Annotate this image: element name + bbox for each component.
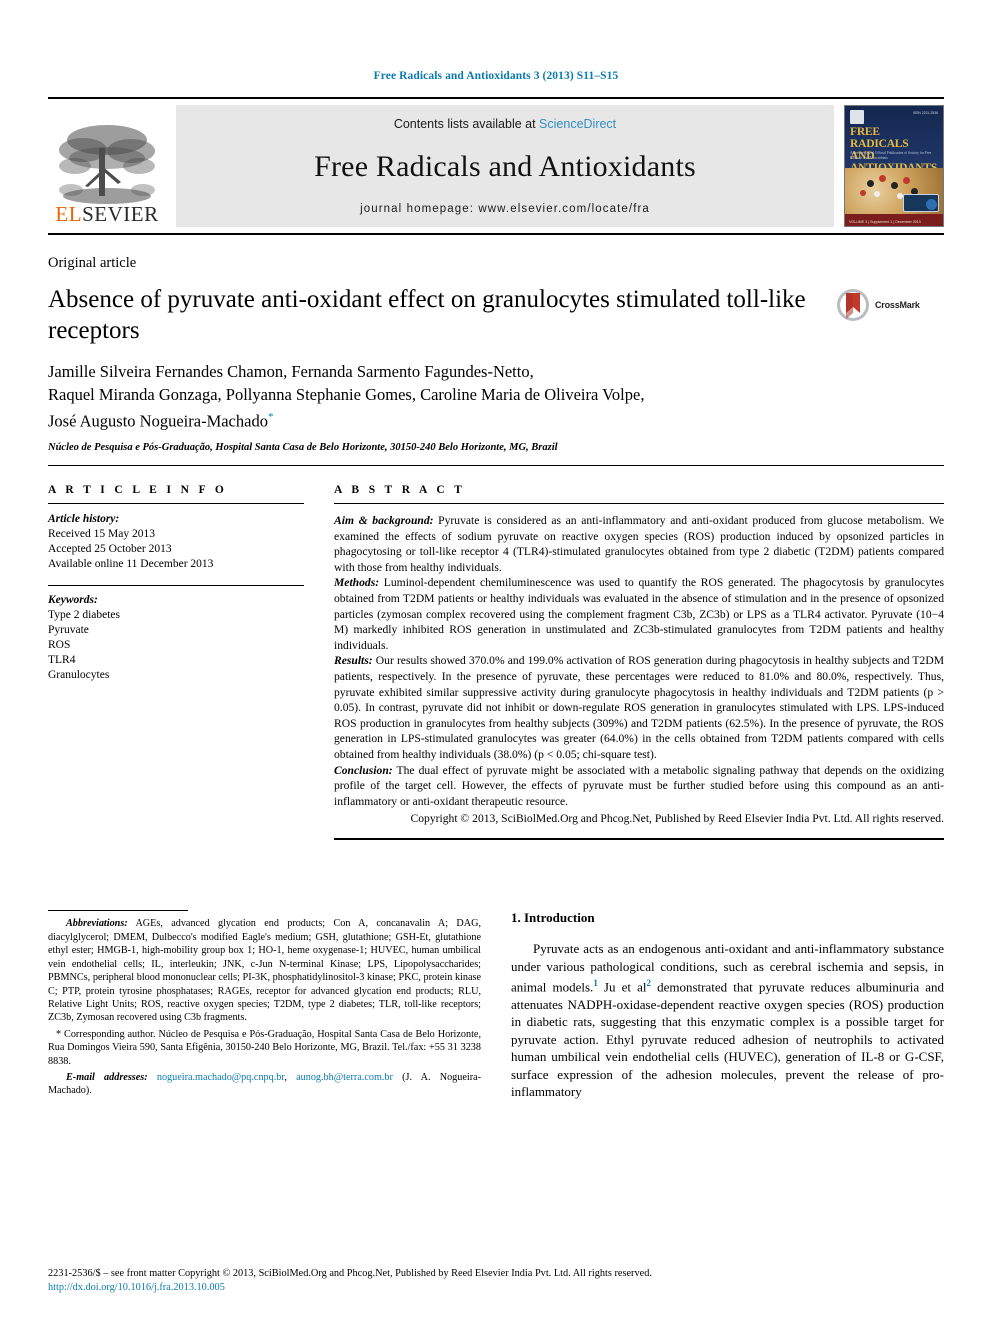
keyword-item: Type 2 diabetes [48, 609, 121, 621]
cover-badge-globe-icon [926, 199, 937, 210]
abstract-results-paragraph: Results: Our results showed 370.0% and 1… [334, 653, 944, 762]
history-item: Available online 11 December 2013 [48, 558, 214, 570]
abstract-end-rule [334, 838, 944, 841]
abstract-methods-label: Methods: [334, 576, 380, 590]
journal-title: Free Radicals and Antioxidants [314, 150, 696, 183]
info-and-abstract: A R T I C L E I N F O Article history: R… [48, 484, 944, 841]
cover-title-line1: FREE RADICALS [850, 126, 909, 150]
page-title: Absence of pyruvate anti-oxidant effect … [48, 286, 806, 344]
abstract-aim-paragraph: Aim & background: Pyruvate is considered… [334, 513, 944, 575]
abstract-results-text: Our results showed 370.0% and 199.0% act… [334, 654, 944, 761]
email-separator: , [284, 1071, 297, 1083]
cover-issn: ISSN 2231-2536 [912, 111, 938, 115]
intro-text-part3: demonstrated that pyruvate reduces album… [511, 979, 945, 1100]
author-line-2: Raquel Miranda Gonzaga, Pollyanna Stepha… [48, 384, 645, 404]
author-line-3: José Augusto Nogueira-Machado* [48, 406, 944, 433]
abstract-methods-text: Luminol-dependent chemiluminescence was … [334, 576, 944, 652]
crossmark-icon[interactable] [836, 288, 870, 322]
abstract-heading: A B S T R A C T [334, 484, 466, 496]
introduction-paragraph: Pyruvate acts as an endogenous anti-oxid… [511, 940, 944, 1100]
email-link-2[interactable]: aunog.bh@terra.com.br [296, 1072, 393, 1083]
paper-page: Free Radicals and Antioxidants 3 (2013) … [0, 0, 992, 1323]
bottom-columns: Abbreviations: AGEs, advanced glycation … [48, 910, 944, 1100]
intro-text-part2: Ju et al [597, 979, 647, 995]
keywords-block: Keywords: Type 2 diabetes Pyruvate ROS T… [48, 593, 304, 683]
author-list: Jamille Silveira Fernandes Chamon, Ferna… [48, 361, 944, 433]
email-link-1[interactable]: nogueira.machado@pq.cnpq.br [157, 1072, 285, 1083]
abbreviations-label: Abbreviations: [66, 918, 128, 930]
footer-doi-link[interactable]: http://dx.doi.org/10.1016/j.fra.2013.10.… [48, 1281, 944, 1295]
keyword-item: TLR4 [48, 654, 76, 666]
history-item: Received 15 May 2013 [48, 528, 155, 540]
abstract-column: A B S T R A C T Aim & background: Pyruva… [334, 484, 944, 841]
footnotes-column: Abbreviations: AGEs, advanced glycation … [48, 910, 481, 1100]
crossmark-label: CrossMark [875, 300, 920, 310]
abstract-rule [334, 503, 944, 504]
footnote-separator [48, 910, 188, 912]
contents-prefix: Contents lists available at [393, 117, 540, 131]
abstract-conclusion-text: The dual effect of pyruvate might be ass… [334, 763, 944, 808]
page-footer: 2231-2536/$ – see front matter Copyright… [48, 1267, 944, 1295]
cover-bottom-bar-text: VOLUME 3 | Supplement 1 | December 2013 [849, 220, 921, 224]
history-item: Accepted 25 October 2013 [48, 543, 172, 555]
keyword-item: ROS [48, 639, 71, 651]
elsevier-logo: ELSEVIER [48, 105, 166, 227]
email-note: E-mail addresses: nogueira.machado@pq.cn… [48, 1071, 481, 1098]
email-label: E-mail addresses: [66, 1071, 148, 1083]
article-history-label: Article history: [48, 513, 120, 525]
corresponding-author-marker: * [267, 411, 274, 423]
journal-cover-thumbnail[interactable]: ISSN 2231-2536 FREE RADICALS AND ANTIOXI… [844, 105, 944, 227]
article-history-block: Article history: Received 15 May 2013 Ac… [48, 512, 304, 572]
article-type: Original article [48, 255, 137, 271]
elsevier-tree-icon [59, 125, 155, 204]
crossmark-badge[interactable]: CrossMark [836, 284, 944, 322]
corresponding-author-note: * Corresponding author. Núcleo de Pesqui… [48, 1028, 481, 1067]
footer-copyright: 2231-2536/$ – see front matter Copyright… [48, 1268, 652, 1279]
author-line-3-names: José Augusto Nogueira-Machado [48, 411, 268, 431]
article-info-heading: A R T I C L E I N F O [48, 484, 228, 496]
abstract-aim-label: Aim & background: [334, 514, 434, 527]
elsevier-wordmark: ELSEVIER [55, 202, 159, 226]
journal-homepage[interactable]: journal homepage: www.elsevier.com/locat… [360, 203, 650, 215]
cover-subtitle: A Peer-reviewed Official Publication of … [850, 151, 932, 160]
cover-elsevier-icon [850, 110, 864, 124]
abbreviations-note: Abbreviations: AGEs, advanced glycation … [48, 917, 481, 1024]
article-info-column: A R T I C L E I N F O Article history: R… [48, 484, 334, 840]
banner-center: Contents lists available at ScienceDirec… [176, 105, 834, 227]
abstract-results-label: Results: [334, 654, 373, 668]
abbreviations-text: AGEs, advanced glycation end products; C… [48, 918, 481, 1024]
author-line-1: Jamille Silveira Fernandes Chamon, Ferna… [48, 362, 534, 381]
keywords-label: Keywords: [48, 594, 98, 606]
contents-available-line: Contents lists available at ScienceDirec… [394, 117, 616, 131]
article-info-rule [48, 503, 304, 504]
divider-after-affiliation [48, 465, 944, 466]
title-row: Absence of pyruvate anti-oxidant effect … [48, 284, 944, 346]
introduction-heading: 1. Introduction [511, 910, 595, 926]
sciencedirect-link[interactable]: ScienceDirect [539, 117, 616, 131]
keywords-divider [48, 585, 304, 586]
running-head: Free Radicals and Antioxidants 3 (2013) … [373, 70, 619, 82]
abstract-conclusion-paragraph: Conclusion: The dual effect of pyruvate … [334, 763, 944, 810]
keyword-item: Granulocytes [48, 669, 110, 681]
keyword-item: Pyruvate [48, 624, 89, 636]
introduction-column: 1. Introduction Pyruvate acts as an endo… [511, 910, 944, 1100]
abstract-copyright: Copyright © 2013, SciBiolMed.Org and Phc… [410, 812, 944, 826]
affiliation: Núcleo de Pesquisa e Pós-Graduação, Hosp… [48, 442, 558, 453]
abstract-methods-paragraph: Methods: Luminol-dependent chemiluminesc… [334, 575, 944, 653]
abstract-conclusion-label: Conclusion: [334, 763, 393, 777]
cover-title: FREE RADICALS AND ANTIOXIDANTS [850, 126, 938, 174]
journal-banner: ELSEVIER Contents lists available at Sci… [48, 97, 944, 235]
